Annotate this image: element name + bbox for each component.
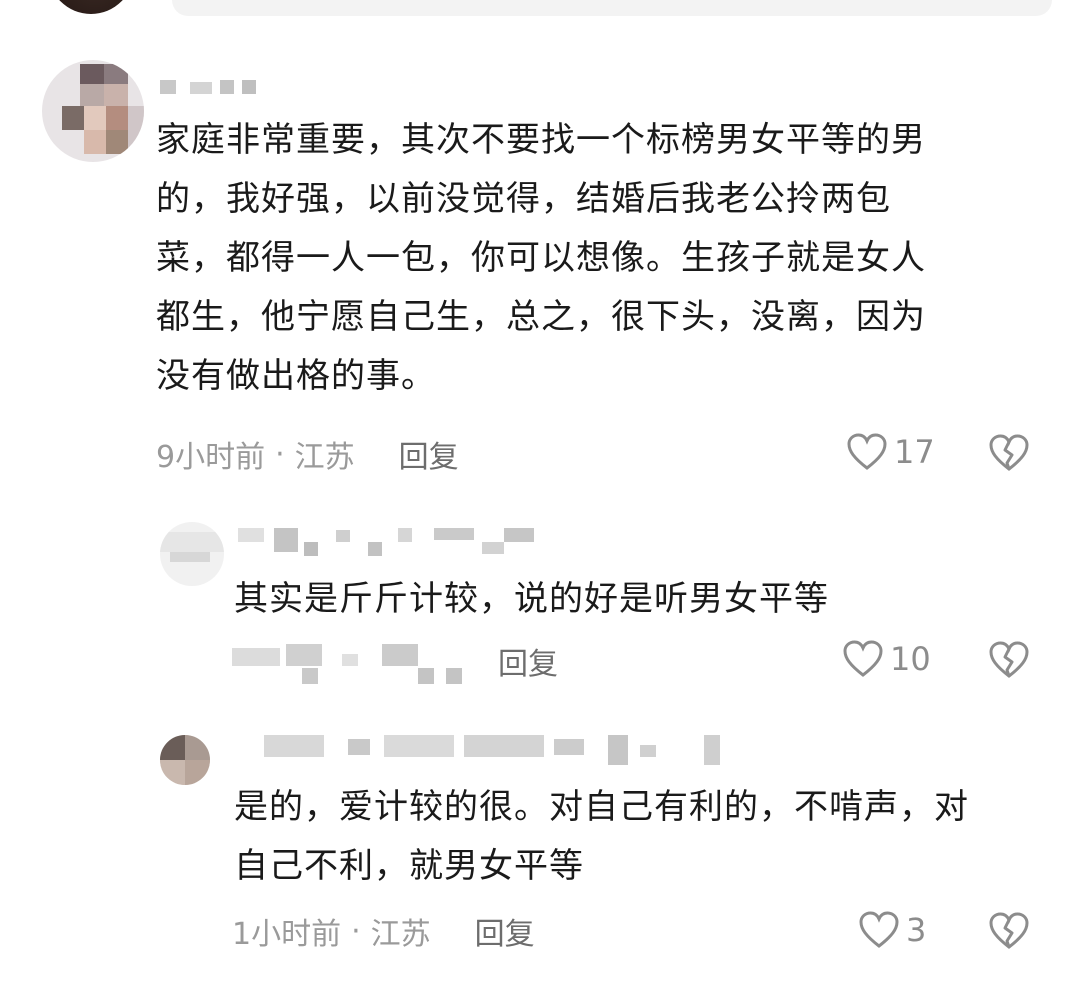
comment-2-reply-button[interactable]: 回复 bbox=[498, 639, 558, 683]
comment-1-reply-button[interactable]: 回复 bbox=[399, 432, 459, 476]
comment-1-meta: 9小时前 · 江苏 回复 bbox=[156, 432, 459, 476]
comment-3-text: 是的，爱计较的很。对自己有利的，不啃声，对 自己不利，就男女平等 bbox=[234, 787, 969, 886]
comment-2-text: 其实是斤斤计较，说的好是听男女平等 bbox=[234, 579, 829, 619]
comment-2-dislike-button[interactable] bbox=[988, 640, 1030, 684]
previous-comment-avatar[interactable] bbox=[48, 0, 134, 14]
broken-heart-icon bbox=[989, 641, 1029, 678]
comment-1-username[interactable] bbox=[160, 80, 270, 94]
previous-comment-bubble bbox=[172, 0, 1052, 16]
comment-3-avatar[interactable] bbox=[160, 735, 210, 785]
heart-outline-icon bbox=[847, 433, 887, 470]
comment-2-username[interactable] bbox=[238, 528, 558, 556]
comment-3-location: 江苏 bbox=[370, 917, 431, 952]
meta-separator: · bbox=[275, 436, 285, 472]
comment-1-dislike-button[interactable] bbox=[988, 433, 1030, 477]
comment-3-reply-button[interactable]: 回复 bbox=[475, 909, 535, 953]
heart-outline-icon bbox=[859, 911, 899, 948]
comment-2-like-count: 10 bbox=[890, 640, 931, 678]
comment-1-location: 江苏 bbox=[294, 440, 355, 475]
comment-3-like-count: 3 bbox=[906, 911, 927, 949]
comment-3-like-button[interactable]: 3 bbox=[858, 910, 926, 950]
broken-heart-icon bbox=[989, 434, 1029, 471]
heart-outline-icon bbox=[843, 640, 883, 677]
comment-2-avatar[interactable] bbox=[160, 522, 224, 586]
comment-3-meta: 1小时前 · 江苏 回复 bbox=[232, 909, 535, 953]
comment-2-meta: 回复 bbox=[232, 638, 558, 684]
comment-3-time: 1小时前 bbox=[232, 917, 342, 952]
comment-1-like-count: 17 bbox=[894, 433, 935, 471]
comment-3-username[interactable] bbox=[264, 735, 724, 765]
comment-1-like-button[interactable]: 17 bbox=[846, 432, 935, 472]
comment-3-dislike-button[interactable] bbox=[988, 911, 1030, 955]
comment-2-time-location-blurred bbox=[232, 638, 468, 684]
comment-1-text: 家庭非常重要，其次不要找一个标榜男女平等的男 的，我好强，以前没觉得，结婚后我老… bbox=[156, 120, 926, 396]
meta-separator: · bbox=[351, 913, 361, 949]
comment-1-avatar[interactable] bbox=[42, 60, 144, 162]
broken-heart-icon bbox=[989, 912, 1029, 949]
comment-2-like-button[interactable]: 10 bbox=[842, 639, 931, 679]
comment-1-time: 9小时前 bbox=[156, 440, 266, 475]
